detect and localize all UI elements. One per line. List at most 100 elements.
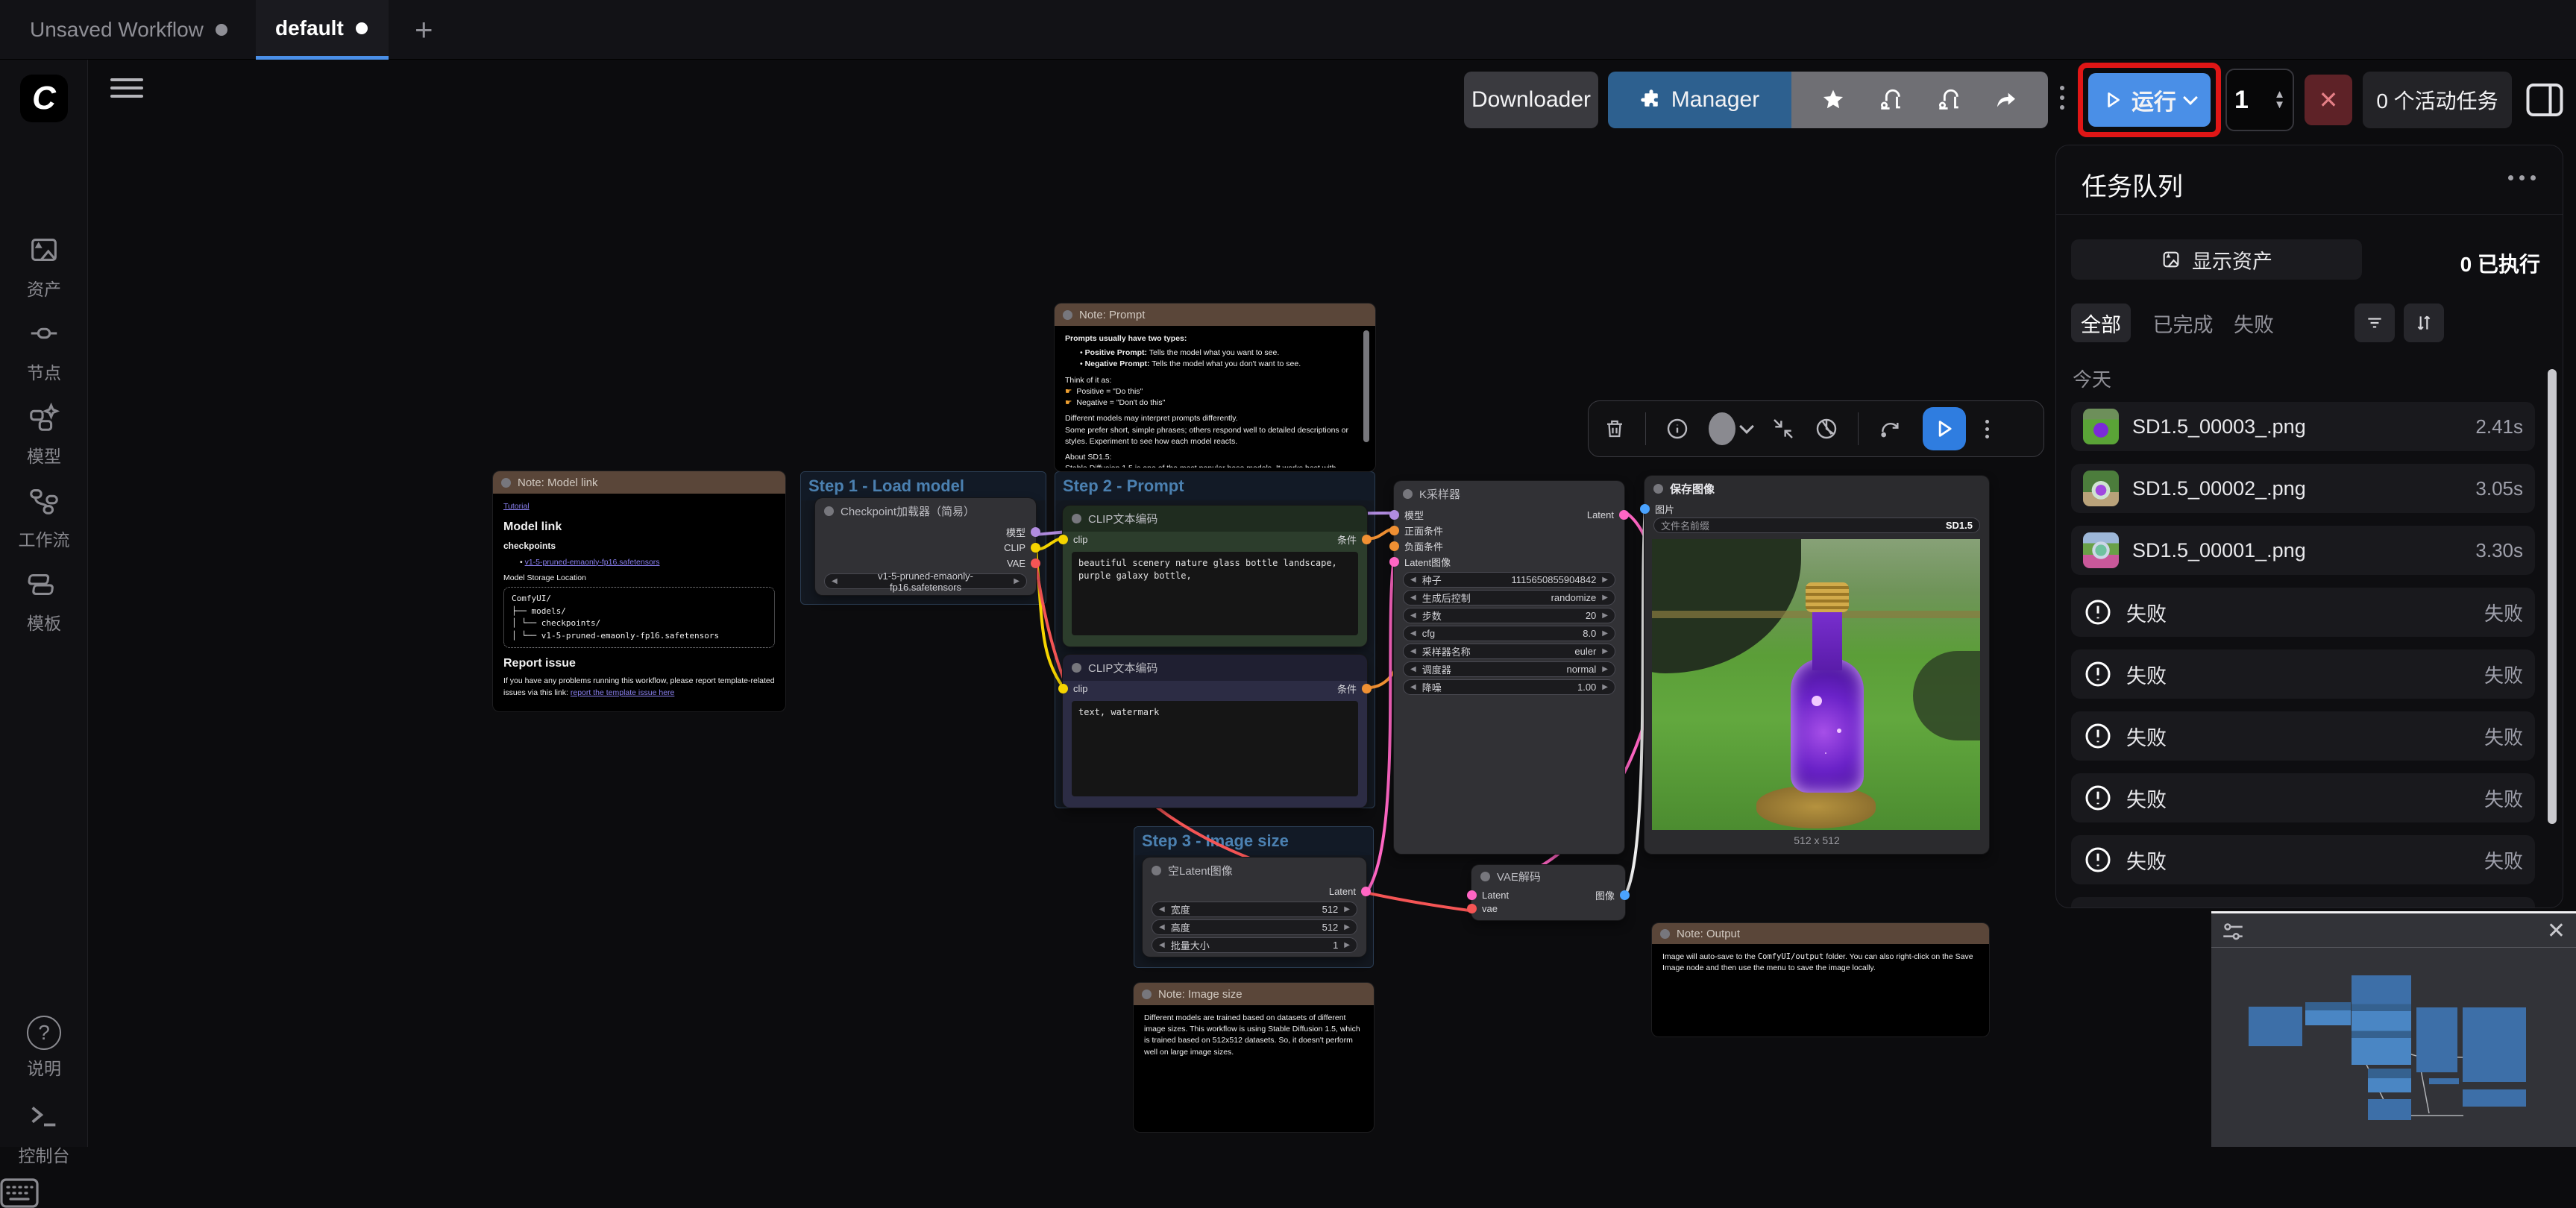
collapse-dot-icon[interactable]	[1403, 489, 1413, 499]
note-prompt[interactable]: Note: Prompt Prompts usually have two ty…	[1055, 303, 1375, 471]
ckpt-name-widget[interactable]: ◀ v1-5-pruned-emaonly-fp16.safetensors▶	[824, 573, 1027, 589]
node-ksampler[interactable]: K采样器 模型 Latent 正面条件 负面条件 Latent图像 ◀种子111…	[1394, 481, 1624, 854]
sampler-name-widget[interactable]: ◀采样器名称euler▶	[1403, 644, 1615, 659]
canvas-menu-hamburger-icon[interactable]	[110, 73, 143, 103]
node-vae-decode[interactable]: VAE解码 Latent 图像 vae	[1471, 865, 1625, 920]
minimap-close-icon[interactable]: ✕	[2547, 918, 2566, 944]
width-widget[interactable]: ◀宽度512▶	[1152, 902, 1357, 917]
toolbox-kebab-icon[interactable]	[1985, 416, 1989, 442]
note-image-size[interactable]: Note: Image size Different models are tr…	[1134, 983, 1374, 1132]
denoise-widget[interactable]: ◀降噪1.00▶	[1403, 679, 1615, 695]
stepper-down-icon[interactable]: ▼	[2274, 100, 2285, 110]
port-model-out[interactable]	[1031, 527, 1040, 537]
collapse-dot-icon[interactable]	[1142, 990, 1152, 999]
port-model-in[interactable]	[1389, 510, 1399, 520]
port-latent-out[interactable]	[1619, 510, 1629, 520]
tab-unsaved-workflow[interactable]: Unsaved Workflow	[10, 0, 247, 60]
minimap-settings-sliders-icon[interactable]	[2220, 919, 2246, 945]
queue-failed-row[interactable]: 失败 失败	[2071, 588, 2535, 637]
new-tab-button[interactable]: +	[395, 0, 453, 60]
node-clip-encode-positive[interactable]: CLIP文本编码 clip 条件 beautiful scenery natur…	[1063, 506, 1367, 647]
queue-failed-row[interactable]: 失败 失败	[2071, 649, 2535, 699]
sidebar-item-assets[interactable]: 资产	[0, 233, 88, 301]
collapse-dot-icon[interactable]	[1072, 663, 1081, 673]
run-selected-button[interactable]	[1923, 407, 1966, 450]
filter-tab-all[interactable]: 全部	[2071, 303, 2131, 342]
port-clip-out[interactable]	[1031, 543, 1040, 553]
node-clip-encode-negative[interactable]: CLIP文本编码 clip 条件 text, watermark	[1063, 655, 1367, 808]
sidebar-item-templates[interactable]: 模板	[0, 567, 88, 635]
sidebar-item-help[interactable]: ? 说明	[0, 1016, 88, 1080]
comfyui-logo-icon[interactable]: C	[20, 75, 68, 122]
sidebar-item-workflows[interactable]: 工作流	[0, 483, 88, 551]
tab-default[interactable]: default	[256, 0, 389, 60]
prompt-textarea[interactable]: text, watermark	[1072, 701, 1358, 796]
note-scrollbar[interactable]	[1363, 330, 1369, 442]
queue-item-row[interactable]: SD1.5_00002_.png 3.05s	[2071, 464, 2535, 513]
port-image-in[interactable]	[1640, 504, 1650, 514]
collapse-dot-icon[interactable]	[501, 478, 511, 488]
cfg-widget[interactable]: ◀cfg8.0▶	[1403, 626, 1615, 641]
queue-scrollbar[interactable]	[2548, 369, 2557, 824]
port-cond-out[interactable]	[1362, 535, 1372, 544]
tutorial-link[interactable]: Tutorial	[503, 502, 530, 511]
collapse-dot-icon[interactable]	[1072, 514, 1081, 523]
filter-tab-completed[interactable]: 已完成	[2147, 303, 2219, 342]
port-image-out[interactable]	[1620, 890, 1630, 900]
port-latent-in[interactable]	[1467, 890, 1477, 900]
queue-item-row[interactable]: SD1.5_00003_.png 2.41s	[2071, 402, 2535, 451]
vacuum-icon[interactable]	[1936, 87, 1961, 113]
batch-count-stepper[interactable]: 1 ▲ ▼	[2225, 69, 2294, 131]
manager-button[interactable]: Manager	[1608, 72, 1791, 128]
filename-prefix-widget[interactable]: 文件名前缀 SD1.5	[1653, 518, 1980, 533]
collapse-dot-icon[interactable]	[1660, 929, 1670, 939]
star-icon[interactable]	[1821, 88, 1845, 112]
port-positive-in[interactable]	[1389, 526, 1399, 535]
port-clip-in[interactable]	[1058, 535, 1068, 544]
active-tasks-button[interactable]: 0 个活动任务	[2363, 72, 2512, 128]
toolbar-kebab-icon[interactable]	[2060, 81, 2064, 115]
report-issue-link[interactable]: report the template issue here	[571, 688, 675, 697]
port-negative-in[interactable]	[1389, 541, 1399, 551]
height-widget[interactable]: ◀高度512▶	[1152, 919, 1357, 935]
port-latent-in[interactable]	[1389, 557, 1399, 567]
steps-widget[interactable]: ◀步数20▶	[1403, 608, 1615, 623]
collapse-nodes-icon[interactable]	[1771, 417, 1795, 441]
queue-failed-row[interactable]: 失败 失败	[2071, 897, 2535, 908]
port-clip-in[interactable]	[1058, 684, 1068, 693]
queue-menu-ellipsis-icon[interactable]	[2508, 175, 2536, 180]
collapse-dot-icon[interactable]	[1480, 872, 1490, 881]
collapse-dot-icon[interactable]	[1653, 484, 1663, 494]
seed-widget[interactable]: ◀种子1115650855904842▶	[1403, 572, 1615, 588]
checkpoint-link[interactable]: v1-5-pruned-emaonly-fp16.safetensors	[525, 558, 660, 567]
collapse-dot-icon[interactable]	[1152, 866, 1161, 875]
queue-failed-row[interactable]: 失败 失败	[2071, 773, 2535, 822]
control-after-generate-widget[interactable]: ◀生成后控制randomize▶	[1403, 590, 1615, 605]
info-icon[interactable]	[1665, 417, 1689, 441]
prompt-textarea[interactable]: beautiful scenery nature glass bottle la…	[1072, 552, 1358, 635]
queue-item-row[interactable]: SD1.5_00001_.png 3.30s	[2071, 526, 2535, 575]
queue-failed-row[interactable]: 失败 失败	[2071, 835, 2535, 884]
filter-icon[interactable]	[2354, 303, 2395, 342]
rerun-icon[interactable]	[1878, 417, 1903, 441]
port-latent-out[interactable]	[1361, 887, 1371, 896]
node-save-image[interactable]: 保存图像 图片 文件名前缀 SD1.5 512 x 512	[1644, 476, 1989, 854]
filter-tab-failed[interactable]: 失败	[2228, 303, 2280, 342]
node-checkpoint-loader[interactable]: Checkpoint加载器（简易） 模型 CLIP VAE ◀ v1-5-pru…	[815, 498, 1036, 595]
delete-icon[interactable]	[1603, 417, 1626, 441]
sidebar-item-models[interactable]: 模型	[0, 400, 88, 468]
sidebar-item-nodes[interactable]: 节点	[0, 316, 88, 384]
downloader-button[interactable]: Downloader	[1464, 72, 1598, 128]
toggle-panel-icon[interactable]	[2522, 78, 2567, 122]
sort-icon[interactable]	[2404, 303, 2444, 342]
note-output[interactable]: Note: Output Image will auto-save to the…	[1652, 923, 1989, 1036]
port-vae-out[interactable]	[1031, 559, 1040, 568]
sidebar-item-console[interactable]: 控制台	[0, 1099, 88, 1167]
note-model-link[interactable]: Note: Model link Tutorial Model link che…	[493, 471, 785, 711]
queue-failed-row[interactable]: 失败 失败	[2071, 711, 2535, 761]
port-vae-in[interactable]	[1467, 904, 1477, 913]
port-cond-out[interactable]	[1362, 684, 1372, 693]
show-assets-button[interactable]: 显示资产	[2071, 239, 2362, 280]
scheduler-widget[interactable]: ◀调度器normal▶	[1403, 661, 1615, 677]
node-color-picker[interactable]	[1709, 412, 1752, 445]
